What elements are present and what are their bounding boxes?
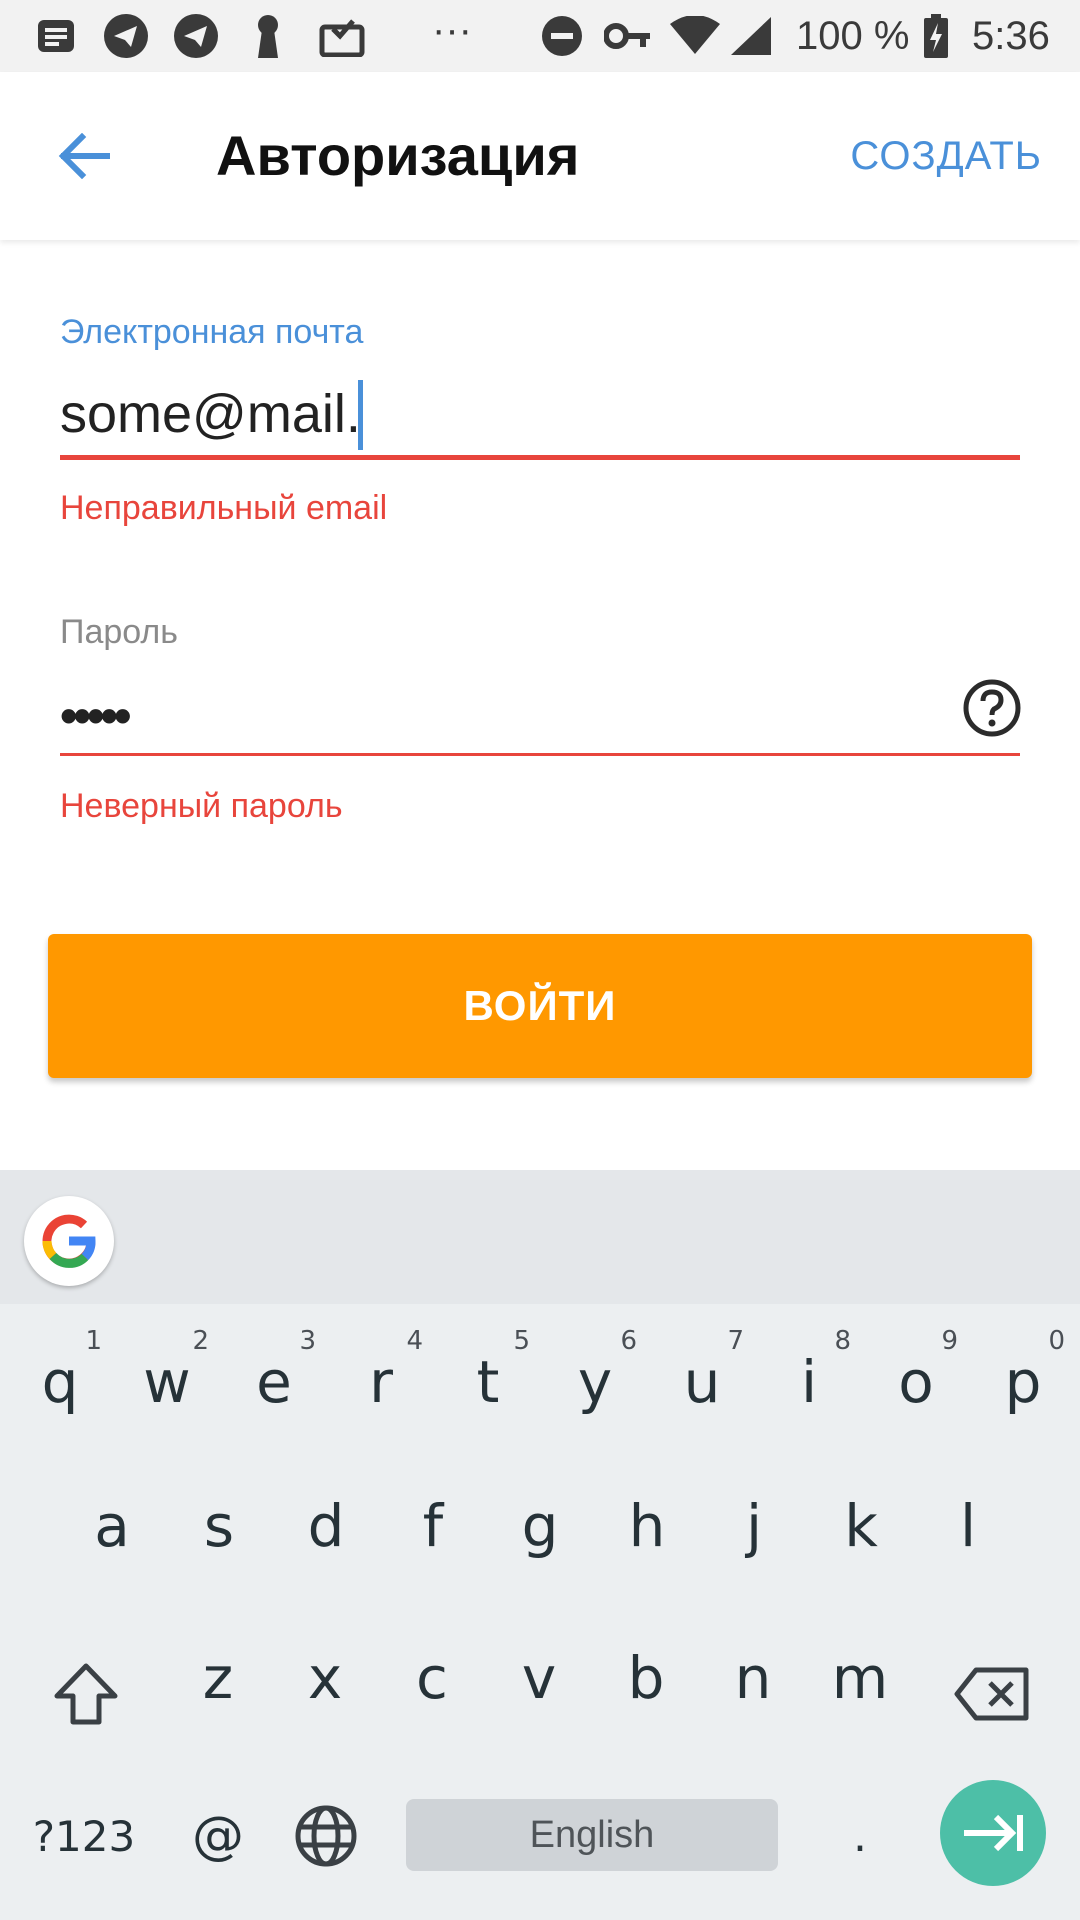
space-bar[interactable]: English: [406, 1799, 778, 1871]
key-v[interactable]: v: [485, 1608, 593, 1748]
signal-icon: [728, 14, 774, 58]
notes-icon: [34, 14, 78, 58]
key-s[interactable]: s: [165, 1456, 273, 1596]
key-m[interactable]: m: [806, 1608, 914, 1748]
key-b[interactable]: b: [592, 1608, 700, 1748]
key-label: e: [256, 1348, 292, 1416]
email-field[interactable]: some@mail.: [60, 378, 1020, 460]
login-button[interactable]: ВОЙТИ: [48, 934, 1032, 1078]
more-notifications-icon: ···: [432, 8, 472, 52]
email-error: Неправильный email: [60, 489, 388, 527]
battery-charging-icon: [922, 14, 950, 58]
backspace-icon: [954, 1667, 1029, 1721]
key-n[interactable]: n: [699, 1608, 807, 1748]
language-key[interactable]: [272, 1766, 380, 1906]
globe-icon: [295, 1805, 357, 1867]
symbols-key[interactable]: ?123: [30, 1766, 138, 1906]
key-d[interactable]: d: [272, 1456, 380, 1596]
login-button-label: ВОЙТИ: [463, 982, 617, 1029]
keyboard: q1w2e3r4t5y6u7i8o9p0 asdfghjkl zxcvbnm ?…: [0, 1304, 1080, 1920]
backspace-key[interactable]: [938, 1624, 1046, 1764]
key-label: p: [1004, 1348, 1042, 1416]
key-label: i: [800, 1348, 818, 1416]
email-value: some@mail.: [60, 384, 361, 444]
app-bar: Авторизация СОЗДАТЬ: [0, 72, 1080, 240]
telegram-icon: [172, 14, 220, 58]
key-u[interactable]: u7: [648, 1304, 756, 1444]
page-title: Авторизация: [216, 124, 580, 187]
password-field[interactable]: •••••: [60, 672, 1022, 756]
key-hint: 0: [1048, 1326, 1065, 1356]
help-icon[interactable]: [962, 678, 1022, 738]
key-t[interactable]: t5: [434, 1304, 542, 1444]
key-j[interactable]: j: [700, 1456, 808, 1596]
password-label: Пароль: [60, 613, 178, 651]
arrow-back-icon: [58, 133, 110, 179]
key-hint: 5: [513, 1326, 530, 1356]
key-p[interactable]: p0: [969, 1304, 1077, 1444]
key-label: o: [898, 1348, 934, 1416]
tab-next-icon: [964, 1814, 1023, 1852]
key-hint: 7: [727, 1326, 744, 1356]
key-label: t: [476, 1348, 500, 1416]
password-error: Неверный пароль: [60, 787, 343, 825]
key-label: q: [41, 1348, 79, 1416]
key-hint: 3: [299, 1326, 316, 1356]
key-label: y: [577, 1348, 613, 1416]
email-label: Электронная почта: [60, 313, 364, 351]
do-not-disturb-icon: [540, 14, 584, 58]
key-k[interactable]: k: [807, 1456, 915, 1596]
clock: 5:36: [972, 14, 1050, 58]
key-g[interactable]: g: [486, 1456, 594, 1596]
vpn-key-icon: [604, 14, 652, 58]
battery-percent: 100 %: [796, 14, 910, 58]
key-label: u: [683, 1348, 721, 1416]
key-hint: 6: [620, 1326, 637, 1356]
status-bar: ··· 100 % 5:36: [0, 0, 1080, 72]
key-label: r: [369, 1348, 393, 1416]
key-o[interactable]: o9: [862, 1304, 970, 1444]
key-i[interactable]: i8: [755, 1304, 863, 1444]
keyhole-icon: [250, 14, 286, 58]
shift-key[interactable]: [32, 1624, 140, 1764]
key-hint: 1: [85, 1326, 102, 1356]
key-r[interactable]: r4: [327, 1304, 435, 1444]
key-q[interactable]: q1: [6, 1304, 114, 1444]
key-label: w: [143, 1348, 191, 1416]
shift-icon: [54, 1663, 118, 1725]
key-hint: 4: [406, 1326, 423, 1356]
key-l[interactable]: l: [914, 1456, 1022, 1596]
enter-key[interactable]: [940, 1780, 1046, 1886]
text-cursor: [358, 380, 363, 450]
key-h[interactable]: h: [593, 1456, 701, 1596]
key-w[interactable]: w2: [113, 1304, 221, 1444]
key-e[interactable]: e3: [220, 1304, 328, 1444]
key-z[interactable]: z: [164, 1608, 272, 1748]
key-hint: 8: [834, 1326, 851, 1356]
keyboard-suggestion-strip: [0, 1170, 1080, 1304]
key-hint: 2: [192, 1326, 209, 1356]
google-search-button[interactable]: [24, 1196, 114, 1286]
google-g-icon: [42, 1214, 96, 1268]
key-f[interactable]: f: [379, 1456, 487, 1596]
key-hint: 9: [941, 1326, 958, 1356]
key-x[interactable]: x: [271, 1608, 379, 1748]
inbox-check-icon: [318, 14, 366, 58]
password-value: •••••: [60, 688, 132, 744]
at-key[interactable]: @: [164, 1766, 272, 1906]
back-button[interactable]: [44, 116, 124, 196]
key-c[interactable]: c: [378, 1608, 486, 1748]
period-key[interactable]: .: [806, 1766, 914, 1906]
telegram-icon: [102, 14, 150, 58]
wifi-icon: [668, 14, 722, 58]
key-a[interactable]: a: [58, 1456, 166, 1596]
key-y[interactable]: y6: [541, 1304, 649, 1444]
create-account-button[interactable]: СОЗДАТЬ: [850, 132, 1042, 180]
